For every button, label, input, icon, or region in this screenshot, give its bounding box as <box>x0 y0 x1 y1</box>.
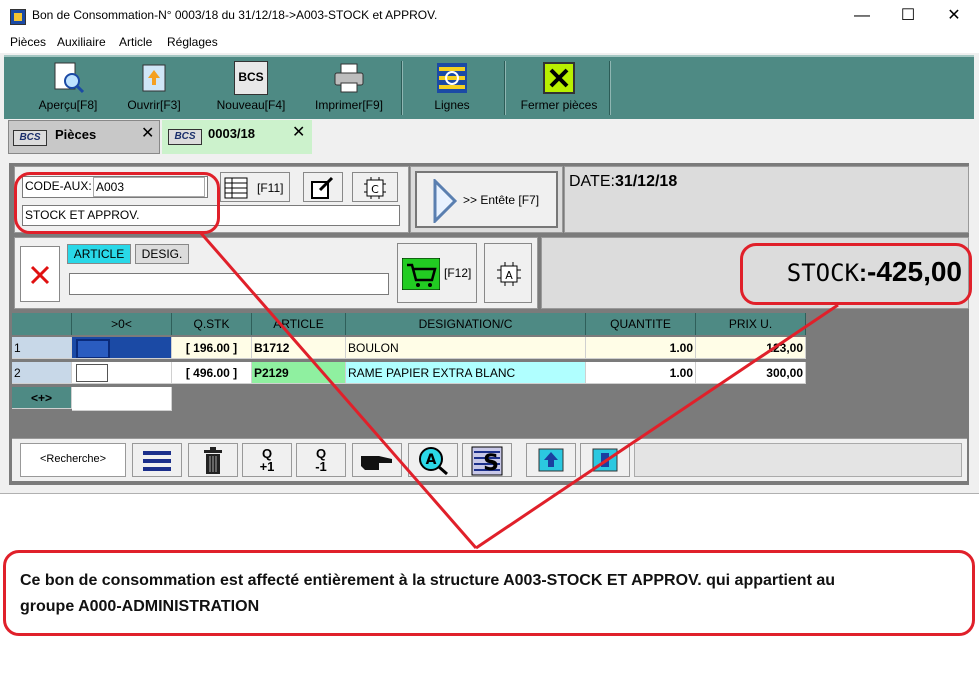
annotation-stock-highlight <box>740 243 972 305</box>
callout-line-1: Ce bon de consommation est affecté entiè… <box>20 572 836 589</box>
annotation-line-left <box>198 231 478 549</box>
annotation-callout-text: Ce bon de consommation est affecté entiè… <box>20 568 960 620</box>
callout-line-2: groupe A000-ADMINISTRATION <box>20 598 260 615</box>
annotation-aux-highlight <box>14 172 220 234</box>
annotation-line-right <box>475 303 839 550</box>
